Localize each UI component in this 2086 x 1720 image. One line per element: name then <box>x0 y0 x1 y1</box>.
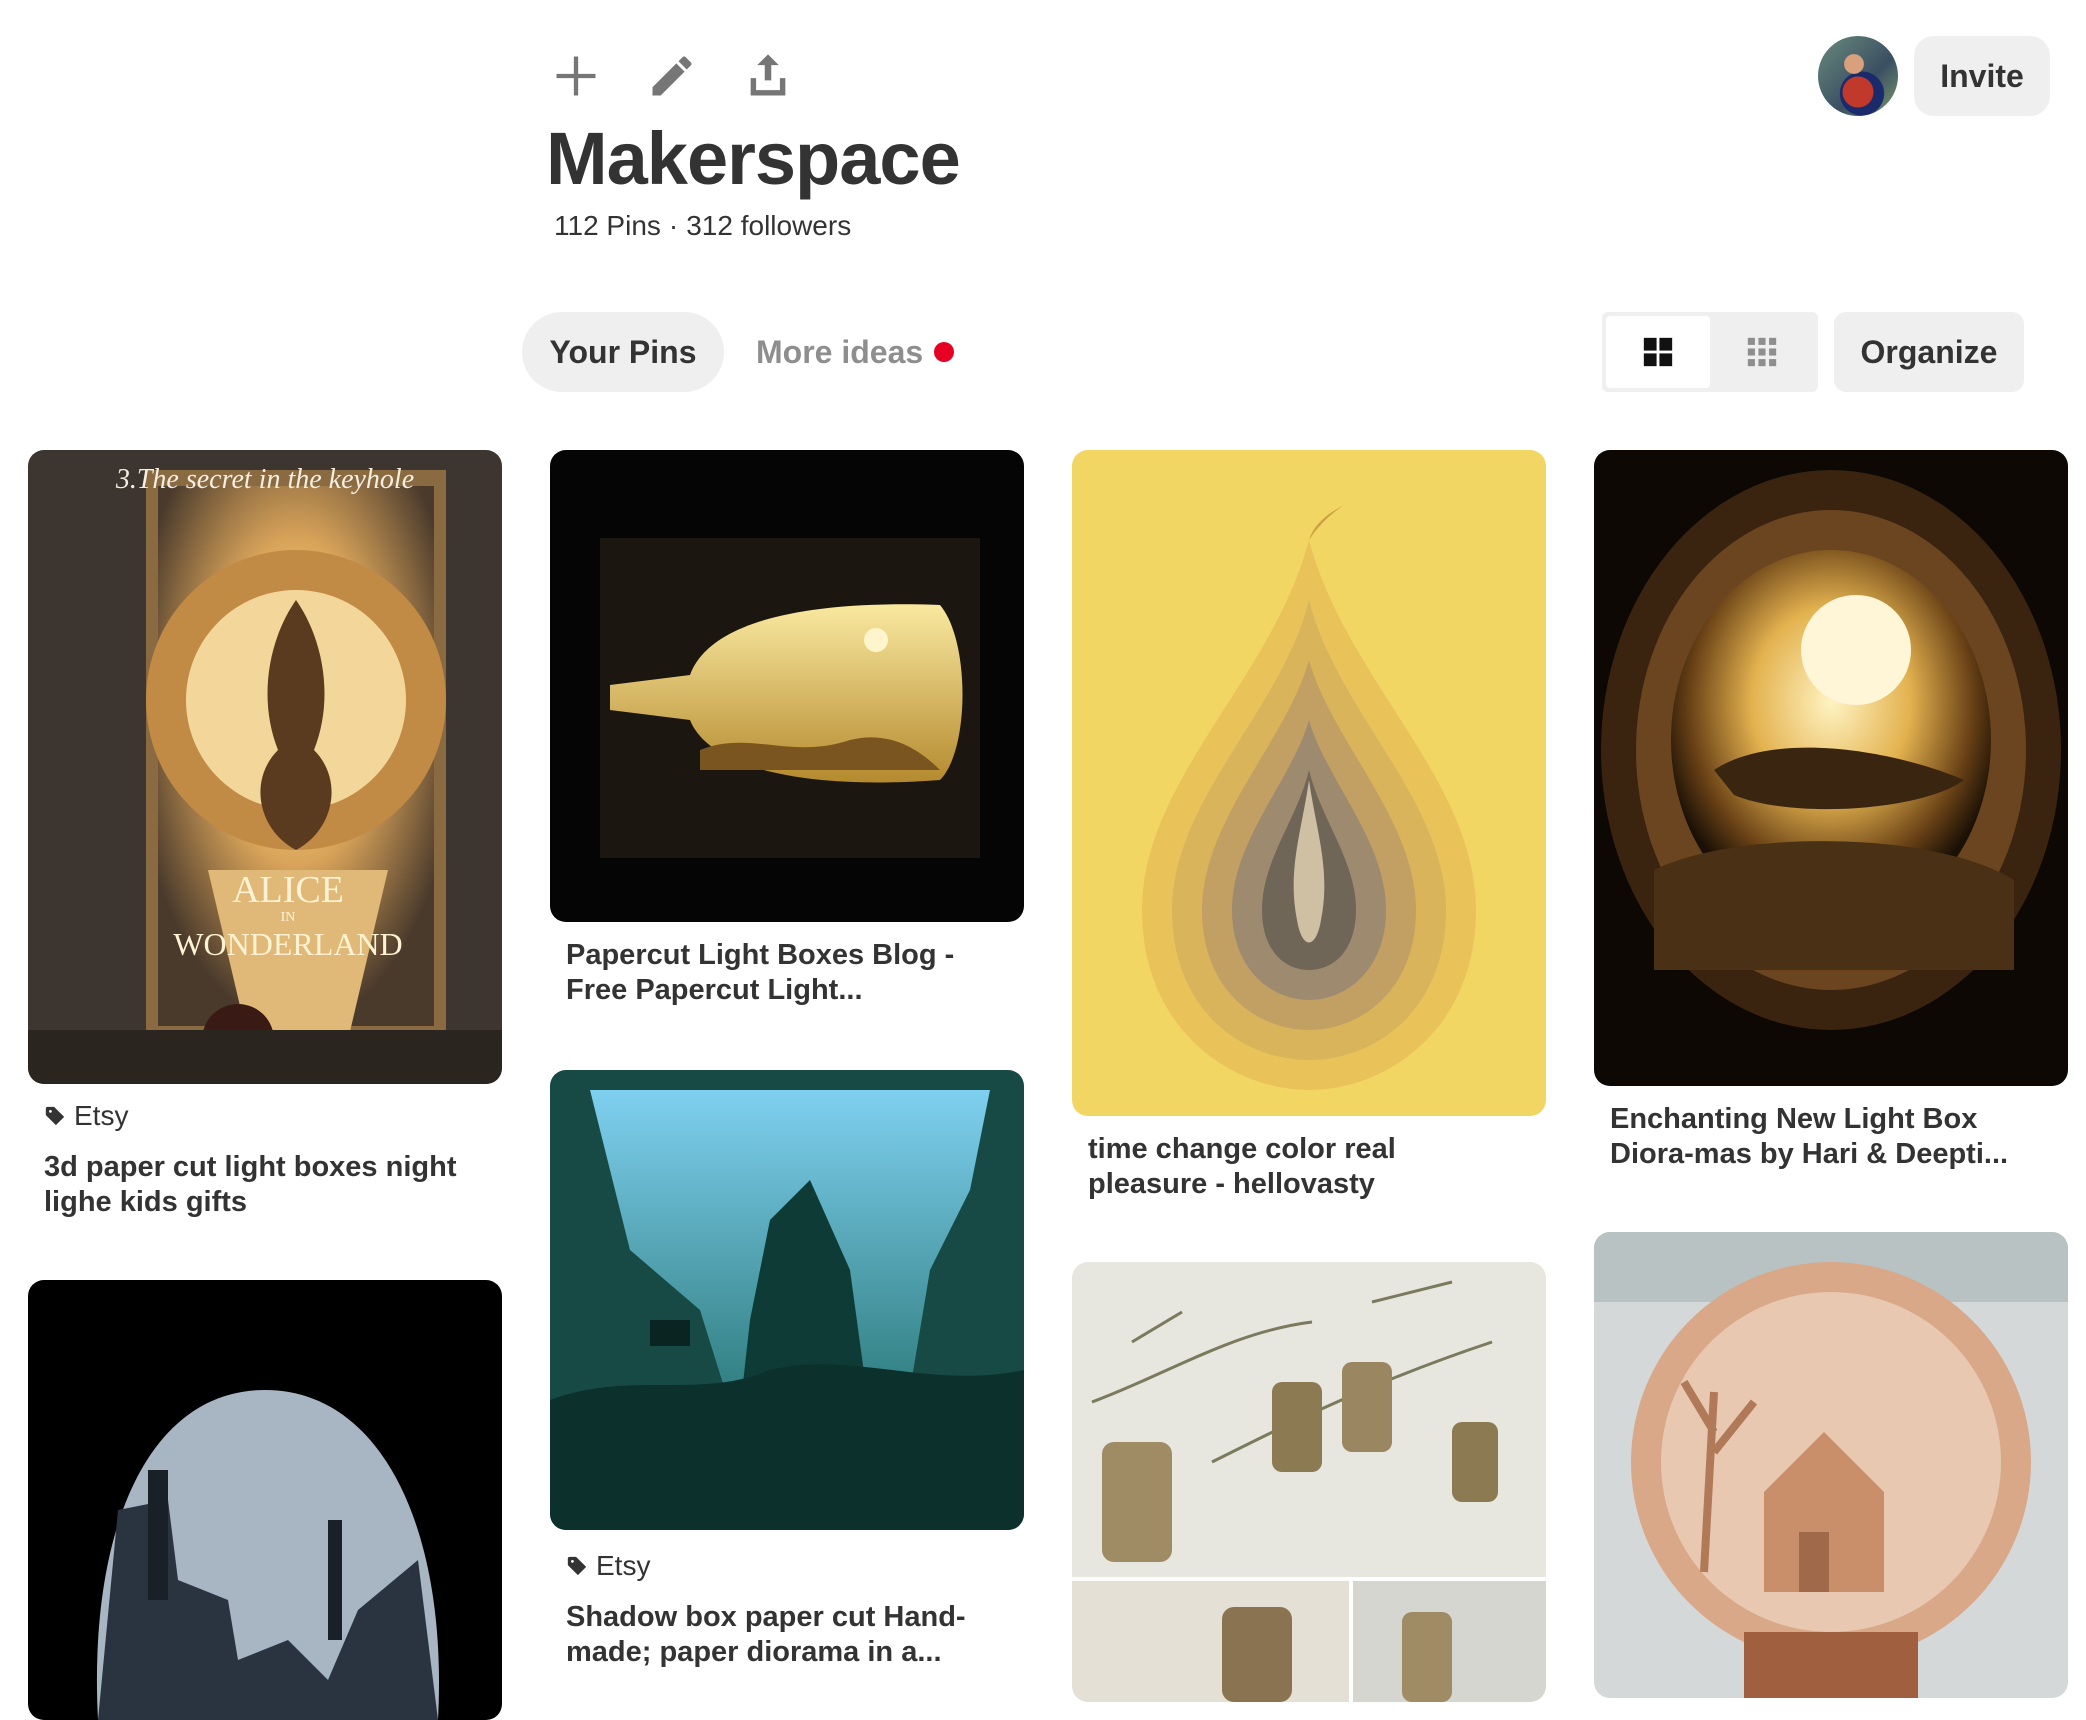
notification-dot <box>934 342 954 362</box>
tag-icon <box>45 1106 65 1126</box>
pin-source-label: Etsy <box>596 1550 651 1581</box>
edit-board-button[interactable] <box>644 48 700 104</box>
add-pin-button[interactable] <box>548 48 604 104</box>
pin-image-bottle-lightbox[interactable] <box>550 450 1024 922</box>
organize-button[interactable]: Organize <box>1834 312 2024 392</box>
view-toggle <box>1602 312 1818 392</box>
pin-title[interactable]: 3d paper cut light boxes night lighe kid… <box>44 1150 474 1220</box>
pin-title[interactable]: Papercut Light Boxes Blog - Free Papercu… <box>566 938 996 1008</box>
followers-count[interactable]: 312 followers <box>686 210 851 241</box>
avatar[interactable] <box>1818 36 1898 116</box>
grid-large-icon <box>1643 337 1673 367</box>
pin-image-logo-in: IN <box>280 910 296 925</box>
pin-image-logo-wonderland: WONDERLAND <box>173 926 403 962</box>
pin-title[interactable]: time change color real pleasure - hellov… <box>1088 1132 1518 1202</box>
board-stats: 112 Pins · 312 followers <box>554 210 851 242</box>
view-compact-button[interactable] <box>1710 316 1814 388</box>
pin-title[interactable]: Enchanting New Light Box Diora-mas by Ha… <box>1610 1102 2040 1172</box>
pin-image-deer-shadowbox[interactable] <box>550 1070 1024 1530</box>
pin-image-wooden-house-scene[interactable] <box>1594 1232 2068 1698</box>
pin-source[interactable]: Etsy <box>44 1100 128 1132</box>
pin-image-whale-diorama[interactable] <box>1594 450 2068 1086</box>
tab-more-ideas[interactable]: More ideas <box>756 312 923 392</box>
pin-image-alice-keyhole[interactable]: 3.The secret in the keyhole ALICE IN WON… <box>28 450 502 1084</box>
pin-image-logo-alice: ALICE <box>232 869 344 911</box>
plus-icon <box>556 56 596 96</box>
pin-image-caption: 3.The secret in the keyhole <box>115 464 415 495</box>
pins-count[interactable]: 112 Pins <box>554 210 661 241</box>
pin-title[interactable]: Shadow box paper cut Hand-made; paper di… <box>566 1600 996 1670</box>
pencil-icon <box>652 56 692 96</box>
pin-source-label: Etsy <box>74 1100 129 1131</box>
pin-image-city-silhouette[interactable] <box>28 1280 502 1720</box>
tag-icon <box>567 1556 587 1576</box>
view-default-button[interactable] <box>1606 316 1710 388</box>
board-title: Makerspace <box>546 117 961 200</box>
stats-separator: · <box>668 210 679 241</box>
tab-your-pins[interactable]: Your Pins <box>522 312 724 392</box>
pin-source[interactable]: Etsy <box>566 1550 650 1582</box>
pin-image-paper-rolls-collage[interactable] <box>1072 1262 1546 1702</box>
grid-small-icon <box>1747 337 1777 367</box>
share-board-button[interactable] <box>740 48 796 104</box>
invite-button[interactable]: Invite <box>1914 36 2050 116</box>
share-upload-icon <box>750 54 786 96</box>
pin-image-layered-pear[interactable] <box>1072 450 1546 1116</box>
